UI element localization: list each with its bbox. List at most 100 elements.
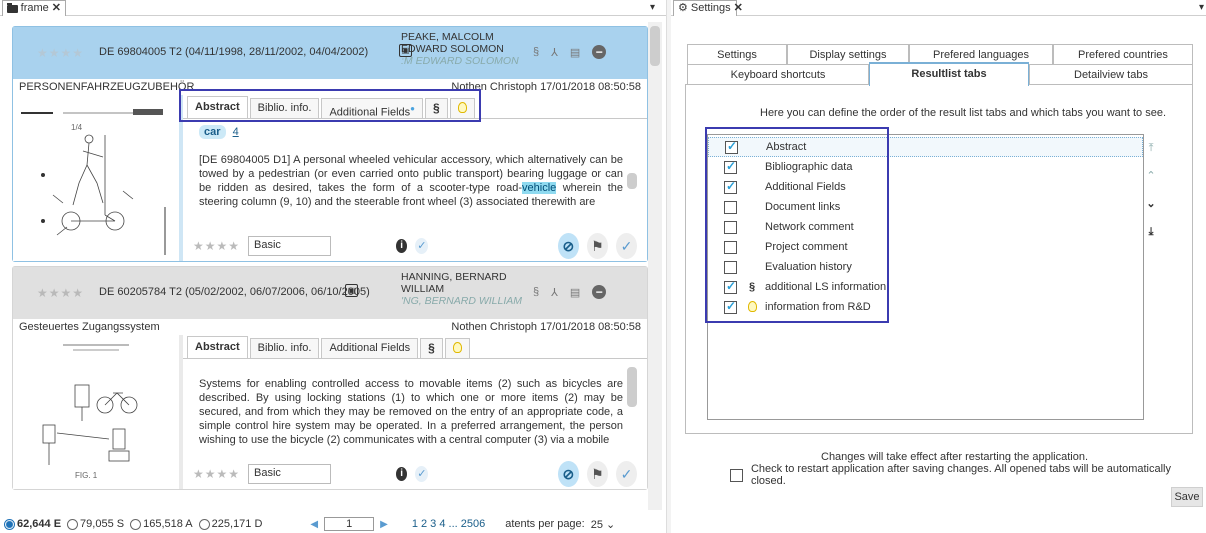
count-d-option[interactable]: 225,171 D bbox=[198, 518, 263, 530]
abstract-scrollbar[interactable] bbox=[627, 361, 637, 457]
tab-abstract[interactable]: Abstract bbox=[187, 336, 248, 358]
move-bottom-icon[interactable]: ⤓ bbox=[1143, 224, 1159, 240]
result-header: ★★★★ DE 60205784 T2 (05/02/2002, 06/07/2… bbox=[13, 267, 647, 319]
header-actions: § ⅄ ▤ − bbox=[533, 45, 607, 59]
radio-icon bbox=[67, 518, 79, 530]
count-s-option[interactable]: 79,055 S bbox=[67, 518, 124, 530]
page-input[interactable]: 1 bbox=[324, 517, 375, 531]
paragraph-icon[interactable]: § bbox=[533, 286, 539, 298]
settings-tab-settings[interactable]: Settings bbox=[687, 44, 787, 66]
count-a-option[interactable]: 165,518 A bbox=[130, 518, 193, 530]
applicant-name: WILLIAM bbox=[401, 283, 445, 295]
family-tree-icon[interactable]: ⅄ bbox=[551, 286, 558, 299]
settings-tab-resultlist[interactable]: Resultlist tabs bbox=[869, 62, 1029, 86]
abstract-scrollbar[interactable] bbox=[627, 121, 637, 231]
tab-menu-icon[interactable]: ▾ bbox=[1199, 2, 1204, 13]
rating-stars[interactable]: ★★★★ bbox=[37, 286, 84, 300]
result-titlebar: Gesteuertes Zugangssystem Nothen Christo… bbox=[13, 319, 647, 335]
scroll-thumb[interactable] bbox=[627, 367, 637, 407]
settings-tab-countries[interactable]: Prefered countries bbox=[1053, 44, 1193, 66]
flag-button[interactable]: ⚑ bbox=[586, 233, 608, 259]
publication-info[interactable]: DE 69804005 T2 (04/11/1998, 28/11/2002, … bbox=[99, 46, 368, 58]
result-card[interactable]: ★★★★ DE 69804005 T2 (04/11/1998, 28/11/2… bbox=[12, 26, 648, 262]
restart-label: Check to restart application after savin… bbox=[750, 463, 1172, 487]
family-tree-icon[interactable]: ⅄ bbox=[551, 46, 558, 59]
keyword-chip[interactable]: car bbox=[199, 125, 226, 139]
next-page-icon[interactable]: ▶ bbox=[380, 519, 388, 530]
rating-category-input[interactable]: Basic bbox=[248, 236, 332, 256]
collapse-icon[interactable]: − bbox=[592, 285, 607, 299]
rating-stars[interactable]: ★★★★ bbox=[37, 46, 84, 60]
info-icon[interactable]: i bbox=[395, 467, 408, 481]
keyword-count[interactable]: 4 bbox=[233, 126, 239, 138]
per-page-value: 25 bbox=[590, 518, 603, 531]
search-highlight: vehicle bbox=[522, 182, 557, 194]
exclude-button[interactable]: ⊘ bbox=[557, 461, 579, 487]
rating-stars[interactable]: ★★★★ bbox=[193, 239, 240, 253]
rating-bar: ★★★★ Basic i ✓ ⊘ ⚑ ✓ bbox=[183, 459, 647, 489]
approve-button[interactable]: ✓ bbox=[615, 461, 637, 487]
count-d-label: 225,171 D bbox=[211, 518, 263, 530]
applicant-names: PEAKE, MALCOLM EDWARD SOLOMON :M EDWARD … bbox=[401, 31, 519, 67]
panel-description: Here you can define the order of the res… bbox=[760, 107, 1167, 119]
count-e-option[interactable]: 62,644 E bbox=[4, 518, 61, 530]
check-icon[interactable]: ✓ bbox=[415, 238, 429, 254]
abstract-text: Systems for enabling controlled access t… bbox=[183, 359, 647, 447]
move-down-icon[interactable]: ⌄ bbox=[1143, 196, 1159, 212]
rating-stars[interactable]: ★★★★ bbox=[193, 467, 240, 481]
publication-info[interactable]: DE 60205784 T2 (05/02/2002, 06/07/2006, … bbox=[99, 286, 370, 298]
close-icon[interactable]: ✕ bbox=[52, 1, 61, 16]
header-actions: § ⅄ ▤ − bbox=[533, 285, 607, 299]
result-card[interactable]: ★★★★ DE 60205784 T2 (05/02/2002, 06/07/2… bbox=[12, 266, 648, 490]
paragraph-icon[interactable]: § bbox=[533, 46, 539, 58]
tab-ls-information[interactable]: § bbox=[420, 338, 443, 358]
move-top-icon[interactable]: ⤒ bbox=[1143, 140, 1159, 156]
paragraph-icon: § bbox=[428, 341, 435, 355]
applicant-names: HANNING, BERNARD WILLIAM 'NG, BERNARD WI… bbox=[401, 271, 522, 307]
per-page-select[interactable]: 25 ⌄ bbox=[591, 518, 616, 531]
drawing-caption: FIG. 1 bbox=[75, 471, 98, 480]
patent-drawing[interactable]: FIG. 1 bbox=[13, 335, 179, 489]
flag-button[interactable]: ⚑ bbox=[586, 461, 608, 487]
tab-rd-information[interactable] bbox=[444, 338, 470, 358]
collapse-icon[interactable]: − bbox=[592, 45, 607, 59]
rating-category-input[interactable]: Basic bbox=[248, 464, 332, 484]
prev-page-icon[interactable]: ◀ bbox=[310, 519, 318, 530]
scroll-thumb[interactable] bbox=[627, 173, 637, 189]
list-icon[interactable]: ▤ bbox=[570, 286, 580, 299]
applicant-name: PEAKE, MALCOLM bbox=[401, 31, 494, 43]
patent-drawing-image bbox=[42, 344, 138, 465]
check-icon[interactable]: ✓ bbox=[415, 466, 429, 482]
exclude-button[interactable]: ⊘ bbox=[557, 233, 579, 259]
save-button[interactable]: Save bbox=[1171, 487, 1203, 507]
result-title: Gesteuertes Zugangssystem bbox=[19, 321, 160, 333]
settings-tab-detailview[interactable]: Detailview tabs bbox=[1029, 64, 1193, 86]
left-tabbar: frame ✕ ▾ bbox=[0, 0, 666, 16]
page-links[interactable]: 1 2 3 4 ... 2506 bbox=[412, 518, 485, 530]
result-header: ★★★★ DE 69804005 T2 (04/11/1998, 28/11/2… bbox=[13, 27, 647, 79]
restart-option[interactable]: Check to restart application after savin… bbox=[730, 463, 1206, 487]
applicant-name: HANNING, BERNARD bbox=[401, 271, 507, 283]
tab-frame[interactable]: frame ✕ bbox=[2, 0, 66, 16]
chevron-down-icon: ⌄ bbox=[606, 518, 616, 531]
tab-settings-window[interactable]: ⚙ Settings ✕ bbox=[673, 0, 743, 16]
move-up-icon[interactable]: ⌃ bbox=[1143, 168, 1159, 184]
applicant-name: EDWARD SOLOMON bbox=[401, 43, 504, 55]
list-icon[interactable]: ▤ bbox=[570, 46, 580, 59]
tab-biblio-info[interactable]: Biblio. info. bbox=[249, 338, 320, 358]
settings-tab-keyboard[interactable]: Keyboard shortcuts bbox=[687, 64, 869, 86]
radio-icon bbox=[198, 518, 210, 530]
tab-additional-fields[interactable]: Additional Fields bbox=[321, 338, 419, 358]
info-icon[interactable]: i bbox=[395, 239, 408, 253]
restart-checkbox[interactable] bbox=[730, 468, 743, 482]
approve-button[interactable]: ✓ bbox=[615, 233, 637, 259]
reorder-controls: ⤒ ⌃ ⌄ ⤓ bbox=[1141, 140, 1161, 240]
abstract-text: car 4 [DE 69804005 D1] A personal wheele… bbox=[183, 119, 647, 209]
document-icon[interactable]: ▣ bbox=[345, 284, 358, 297]
patent-drawing[interactable]: 1/4 bbox=[13, 95, 179, 261]
close-icon[interactable]: ✕ bbox=[734, 1, 743, 16]
tab-menu-icon[interactable]: ▾ bbox=[650, 2, 655, 13]
tabs-highlight-frame bbox=[179, 89, 481, 122]
result-list-scrollbar[interactable] bbox=[648, 22, 662, 510]
scroll-thumb[interactable] bbox=[650, 26, 660, 66]
